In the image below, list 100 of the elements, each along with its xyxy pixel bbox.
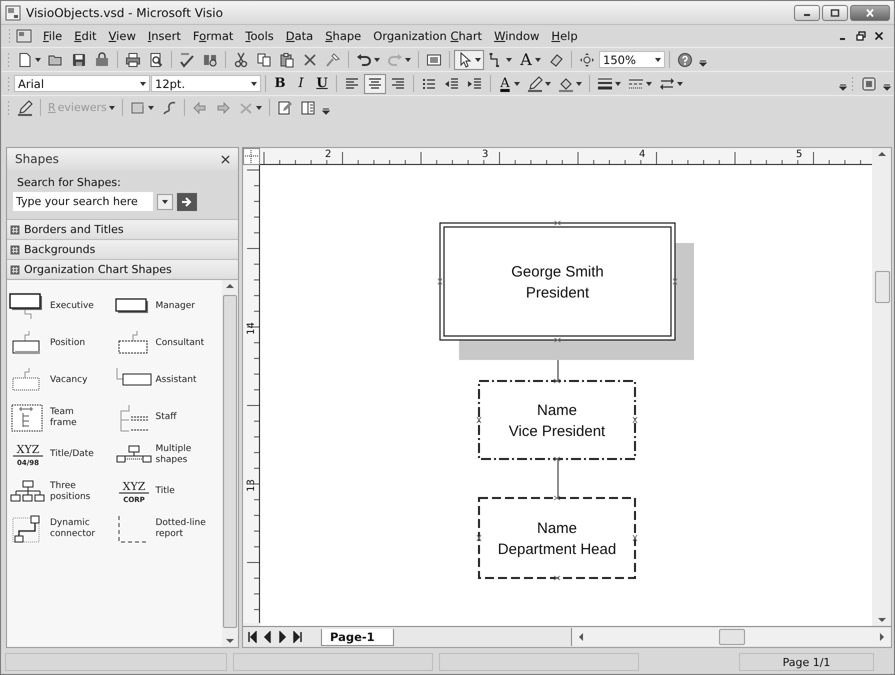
menu-item[interactable]: File (38, 27, 68, 45)
menu-item[interactable]: Window (489, 27, 544, 45)
caret-icon (506, 58, 512, 62)
stencil-header[interactable]: Backgrounds (7, 239, 238, 259)
shape-label: Consultant (156, 338, 206, 349)
scroll-thumb[interactable] (223, 295, 237, 628)
shape-label: Dotted-line report (156, 518, 207, 539)
align-center-icon (367, 76, 383, 92)
panel-title: Shapes (15, 152, 59, 166)
search-field[interactable]: Type your search here (13, 192, 153, 211)
menu-item[interactable]: Help (546, 27, 583, 45)
stencil-shape[interactable]: Assistant (114, 362, 220, 399)
box-label: George Smith President (511, 264, 604, 302)
menu-item[interactable]: Data (280, 27, 318, 45)
menu-item[interactable]: Edit (69, 27, 102, 45)
ruler-number: 2 (325, 149, 332, 160)
scroll-down-icon[interactable] (226, 638, 234, 644)
scroll-down-icon[interactable] (878, 617, 886, 623)
menu-item[interactable]: View (104, 27, 141, 45)
menu-item[interactable]: Format (188, 27, 238, 45)
restore-icon[interactable] (856, 31, 866, 41)
menu-item[interactable]: Tools (240, 27, 279, 45)
minimize-button[interactable] (794, 4, 820, 20)
zoom-combo[interactable]: 150% (599, 51, 665, 68)
icon-text: XYZ (16, 442, 40, 456)
italic-button[interactable]: I (291, 74, 311, 94)
caret-icon (251, 82, 257, 86)
stencil-shape[interactable]: Three positions (9, 473, 114, 510)
panel-icon (300, 100, 316, 116)
close-icon[interactable] (874, 31, 884, 41)
next-markup-icon (214, 100, 231, 116)
scroll-thumb[interactable] (874, 271, 890, 303)
palette-icon (861, 76, 877, 92)
menu-item[interactable]: Insert (142, 27, 186, 45)
shape-label: Team frame (50, 407, 78, 428)
scroll-thumb[interactable] (718, 629, 744, 645)
scroll-left-icon[interactable] (578, 633, 584, 641)
stencil-shape[interactable]: Manager (114, 288, 220, 325)
note-icon (130, 100, 146, 116)
scroll-up-icon[interactable] (878, 151, 886, 157)
pencil-icon (527, 76, 543, 92)
stencil-shape[interactable]: Vacancy (9, 362, 114, 399)
menu-item[interactable]: Shape (320, 27, 366, 45)
brush-icon (325, 52, 341, 68)
stencil-shape[interactable]: Multiple shapes (114, 436, 220, 473)
close-icon[interactable] (221, 154, 230, 164)
redo-icon (387, 52, 403, 68)
dropdown-button[interactable] (157, 194, 173, 210)
stencil-header[interactable]: Borders and Titles (7, 219, 238, 239)
stencil-shape[interactable]: Dotted-line report (114, 510, 220, 547)
org-chart-box[interactable] (476, 496, 638, 580)
ruler-number: 13 (246, 479, 257, 492)
caret-icon (576, 82, 582, 86)
document-icon[interactable] (16, 28, 32, 44)
clipboard-icon (279, 52, 295, 68)
search-go-button[interactable] (177, 192, 197, 210)
ruler-origin-icon[interactable] (243, 148, 260, 165)
font-size-combo[interactable]: 12pt. (151, 75, 261, 92)
menu-item[interactable]: Organization Chart (368, 27, 488, 45)
font-combo[interactable]: Arial (14, 75, 150, 92)
shape-label: Title/Date (50, 449, 95, 460)
stencil-shape[interactable]: Dynamic connector (9, 510, 114, 547)
org-chart-box[interactable] (476, 378, 638, 462)
org-chart-box[interactable] (438, 220, 678, 342)
ruler-number: 5 (796, 149, 802, 160)
font-color-button[interactable]: A (495, 74, 523, 94)
line-weight-icon (597, 76, 613, 92)
shape-label: Vacancy (50, 375, 88, 386)
close-button[interactable] (850, 4, 890, 20)
caret-icon (148, 106, 154, 110)
indent-right-icon (467, 76, 483, 92)
arrow-right-icon (181, 196, 193, 208)
toolbar-button[interactable] (454, 50, 484, 70)
underline-button[interactable]: U (312, 74, 332, 94)
shape-label: Staff (156, 412, 178, 423)
scrollbar[interactable] (222, 280, 238, 647)
scroll-up-icon[interactable] (226, 283, 234, 289)
stencil-shape[interactable]: Consultant (114, 325, 220, 362)
stencil-header[interactable]: Organization Chart Shapes (7, 259, 238, 279)
stencil-shape[interactable]: Team frame (9, 399, 114, 436)
stencil-shape[interactable]: Executive (9, 288, 114, 325)
box-label: Name Vice President (508, 402, 606, 440)
shape-label: Position (50, 338, 86, 349)
alignment-button[interactable] (364, 74, 386, 94)
app-icon (5, 4, 21, 20)
caret-icon (646, 82, 652, 86)
text-tool-button[interactable]: A (516, 50, 544, 70)
stencil-icon (10, 224, 20, 234)
page-tab[interactable]: Page-1 (321, 628, 394, 646)
maximize-button[interactable] (822, 4, 848, 20)
caret-icon (514, 82, 520, 86)
maximize-icon (830, 8, 840, 16)
stencil-shape[interactable]: Staff (114, 399, 220, 436)
bold-button[interactable]: B (270, 74, 290, 94)
scroll-right-icon[interactable] (879, 633, 885, 641)
edit-note-icon (276, 100, 293, 116)
scrollbar[interactable] (571, 628, 891, 646)
search-label: Search for Shapes: (16, 176, 122, 189)
stencil-shape[interactable]: Position (9, 325, 114, 362)
caret-icon (162, 200, 168, 204)
